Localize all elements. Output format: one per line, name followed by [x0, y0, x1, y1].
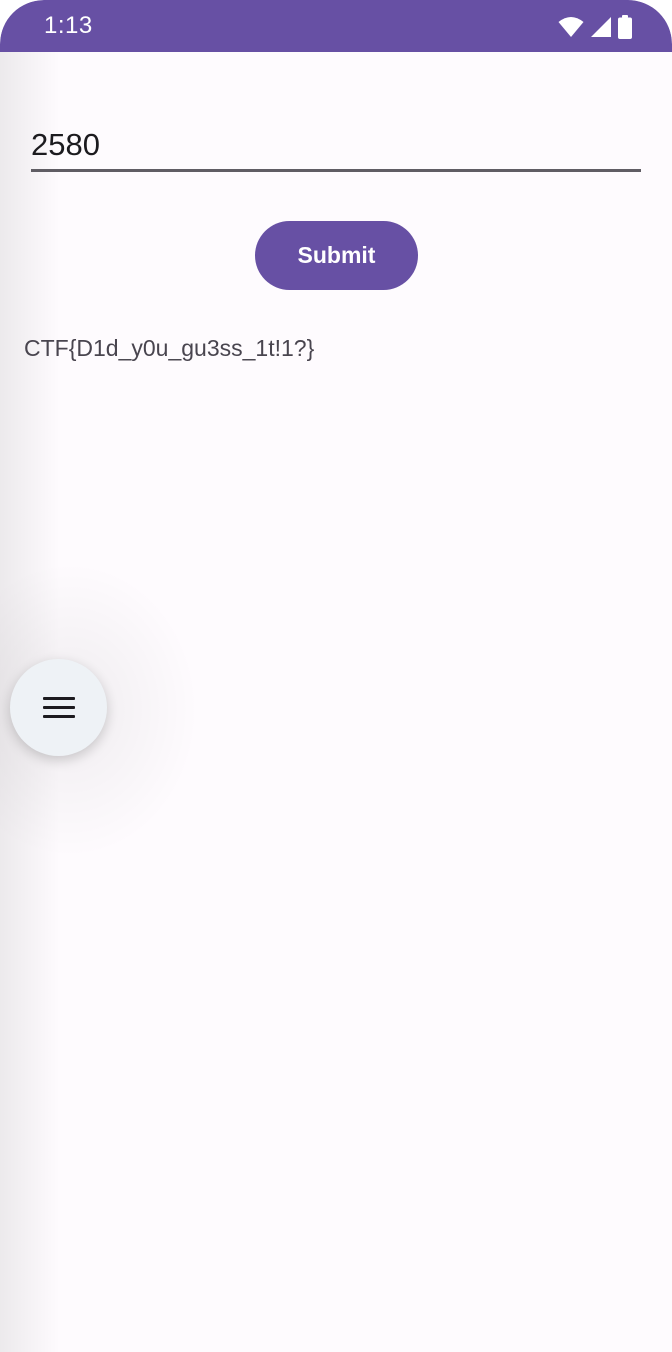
result-text: CTF{D1d_y0u_gu3ss_1t!1?} — [24, 335, 315, 361]
app-screen: 1:13 Submit CTF{D1d_y0u_gu3ss — [0, 0, 672, 1352]
wifi-icon — [558, 16, 584, 38]
pin-input[interactable] — [31, 120, 641, 172]
submit-button[interactable]: Submit — [255, 221, 418, 290]
pin-input-container — [31, 120, 641, 174]
status-icons — [558, 14, 632, 40]
cell-signal-icon — [590, 16, 612, 38]
status-bar: 1:13 — [0, 0, 672, 52]
menu-icon — [42, 696, 75, 719]
battery-icon — [618, 15, 632, 39]
status-time: 1:13 — [44, 12, 93, 39]
menu-fab[interactable] — [10, 659, 107, 756]
